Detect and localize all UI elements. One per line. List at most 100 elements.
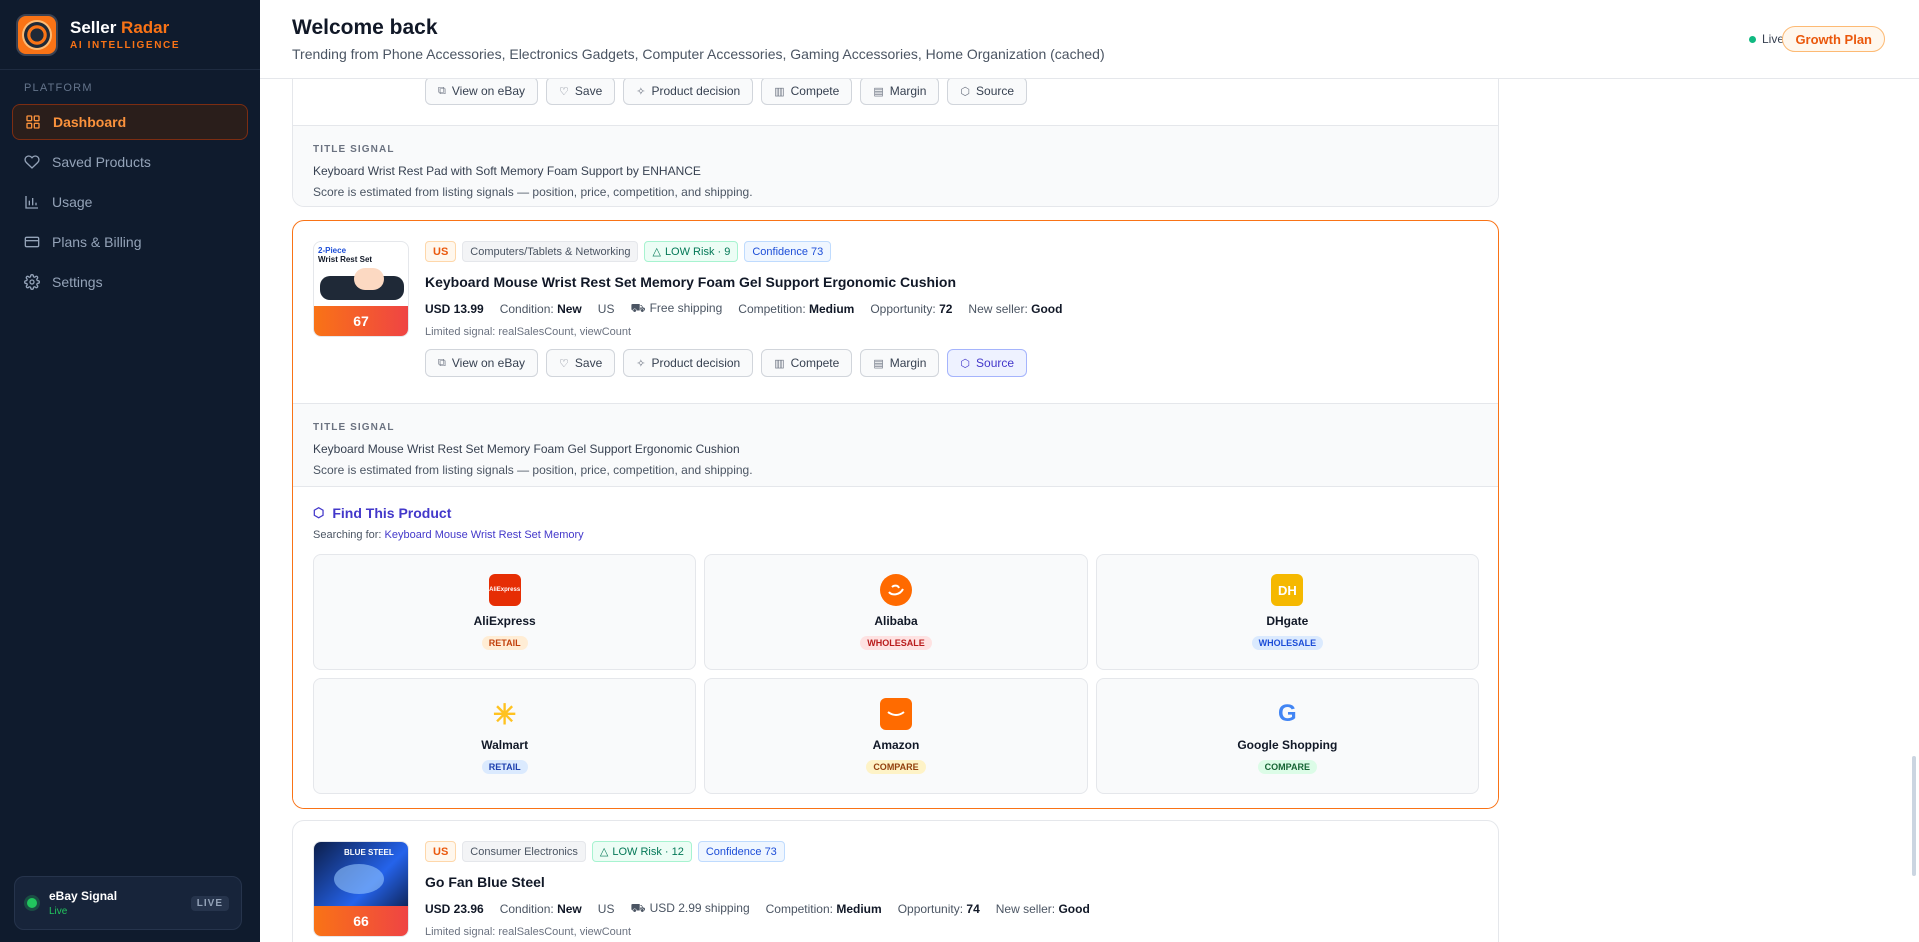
risk-tag: △ LOW Risk · 12 [591,841,692,862]
scrollbar-thumb[interactable] [1912,756,1916,876]
source-button[interactable]: ⬡ Source [947,77,1028,105]
source-type-badge: RETAIL [481,760,528,774]
product-card: BLUE STEEL 66 US Consumer Electronics △ L… [292,820,1499,942]
compete-button[interactable]: ▥ Compete [761,349,853,377]
live-badge: LIVE [190,895,229,911]
competition: Competition: Medium [765,902,882,916]
sidebar-item-settings[interactable]: Settings [12,264,248,300]
card-icon [24,236,40,248]
shipping: ⛟ Free shipping [630,301,723,315]
thumb-label: Wrist Rest Set [318,255,373,264]
location: US [597,902,615,916]
save-button[interactable]: ♡ Save [546,77,616,105]
product-title[interactable]: Go Fan Blue Steel [425,874,545,890]
warning-icon: △ [599,846,609,858]
source-alibaba[interactable]: Alibaba WHOLESALE [704,554,1088,670]
sidebar-item-dashboard[interactable]: Dashboard [12,104,248,140]
sidebar-item-usage[interactable]: Usage [12,184,248,220]
source-walmart[interactable]: ✳ Walmart RETAIL [313,678,697,794]
condition: Condition: New [499,902,582,916]
page-subtitle: Trending from Phone Accessories, Electro… [292,46,1105,62]
live-indicator: Live [1748,32,1784,46]
truck-icon: ⛟ [630,301,646,315]
source-aliexpress[interactable]: AliExpress AliExpress RETAIL [313,554,697,670]
view-on-ebay-button[interactable]: ⧉ View on eBay [425,77,539,105]
sidebar: Seller Radar AI INTELLIGENCE PLATFORM Da… [0,0,260,942]
brand[interactable]: Seller Radar AI INTELLIGENCE [0,0,260,70]
find-product-title: ⬡ Find This Product [313,505,452,521]
confidence-tag: Confidence 73 [697,841,785,862]
bar-chart-icon [25,196,38,209]
score-badge: 67 [314,306,408,336]
category-tag: Consumer Electronics [462,841,586,862]
sidebar-item-label: Dashboard [53,114,127,130]
product-tags: US Consumer Electronics △ LOW Risk · 12 C… [425,841,785,862]
margin-button[interactable]: ▤ Margin [860,77,940,105]
source-name: Walmart [481,738,529,752]
score-badge: 66 [314,906,408,936]
product-meta: USD 23.96 Condition: New US ⛟ USD 2.99 sh… [425,901,1090,917]
product-thumbnail[interactable]: 2-Piece Wrist Rest Set 67 [313,241,409,337]
searching-for: Searching for: Keyboard Mouse Wrist Rest… [313,529,584,541]
dhgate-logo-icon: DH [1271,574,1304,606]
product-decision-button[interactable]: ✧ Product decision [623,77,754,105]
external-link-icon: ⧉ [438,84,446,97]
warning-icon: △ [652,246,661,258]
brand-name: Seller Radar [70,18,170,37]
confidence-tag: Confidence 73 [744,241,832,262]
compete-button[interactable]: ▥ Compete [761,77,853,105]
limited-signal-note: Limited signal: realSalesCount, viewCoun… [425,926,632,938]
page-header: Welcome back Trending from Phone Accesso… [260,0,1919,79]
source-type-badge: WHOLESALE [1251,636,1324,650]
margin-button[interactable]: ▤ Margin [860,349,940,377]
source-amazon[interactable]: Amazon COMPARE [704,678,1088,794]
source-dhgate[interactable]: DH DHgate WHOLESALE [1095,554,1479,670]
sidebar-item-label: Settings [52,274,103,290]
source-grid: AliExpress AliExpress RETAIL Alibaba WHO… [313,554,1479,794]
alibaba-logo-icon [879,574,912,606]
aliexpress-logo-icon: AliExpress [488,574,521,606]
competition: Competition: Medium [738,302,855,316]
source-type-badge: COMPARE [866,760,926,774]
calculator-icon: ▤ [873,85,884,98]
product-thumbnail[interactable]: BLUE STEEL 66 [313,841,409,937]
location: US [597,302,615,316]
opportunity: Opportunity: 74 [897,902,980,916]
heart-icon: ♡ [559,357,569,370]
source-google-shopping[interactable]: G Google Shopping COMPARE [1095,678,1479,794]
grid-icon [26,115,40,129]
sparkle-icon: ✧ [636,85,646,98]
opportunity: Opportunity: 72 [870,302,953,316]
price: USD 13.99 [425,302,484,316]
new-seller: New seller: Good [968,302,1063,316]
sidebar-nav: Dashboard Saved Products Usage Plans & B… [0,104,260,300]
search-query[interactable]: Keyboard Mouse Wrist Rest Set Memory [385,529,584,541]
main-content: ⧉ View on eBay ♡ Save ✧ Product decision ▥ C… [260,0,1919,942]
package-icon: ⬡ [960,357,971,370]
country-tag: US [425,241,457,262]
status-dot-icon [27,898,37,908]
hand-image [354,268,384,290]
product-title[interactable]: Keyboard Mouse Wrist Rest Set Memory Foa… [425,274,956,290]
sparkle-icon: ✧ [636,357,646,370]
ebay-signal-status: eBay Signal Live LIVE [14,876,242,930]
package-icon: ⬡ [313,505,325,520]
package-icon: ⬡ [960,85,971,98]
sidebar-item-saved-products[interactable]: Saved Products [12,144,248,180]
walmart-spark-icon: ✳ [492,698,517,730]
sidebar-item-label: Usage [52,194,93,210]
brand-logo [16,13,58,56]
heart-icon [24,155,40,169]
plan-badge[interactable]: Growth Plan [1782,26,1885,52]
google-logo-icon: G [1277,700,1297,727]
source-type-badge: COMPARE [1257,760,1317,774]
bar-chart-icon: ▥ [774,357,785,370]
source-name: DHgate [1266,614,1309,628]
product-decision-button[interactable]: ✧ Product decision [623,349,754,377]
save-button[interactable]: ♡ Save [546,349,616,377]
title-signal-label: TITLE SIGNAL [313,144,395,155]
source-button[interactable]: ⬡ Source [947,349,1028,377]
sidebar-item-label: Saved Products [52,154,151,170]
sidebar-item-plans-billing[interactable]: Plans & Billing [12,224,248,260]
view-on-ebay-button[interactable]: ⧉ View on eBay [425,349,539,377]
